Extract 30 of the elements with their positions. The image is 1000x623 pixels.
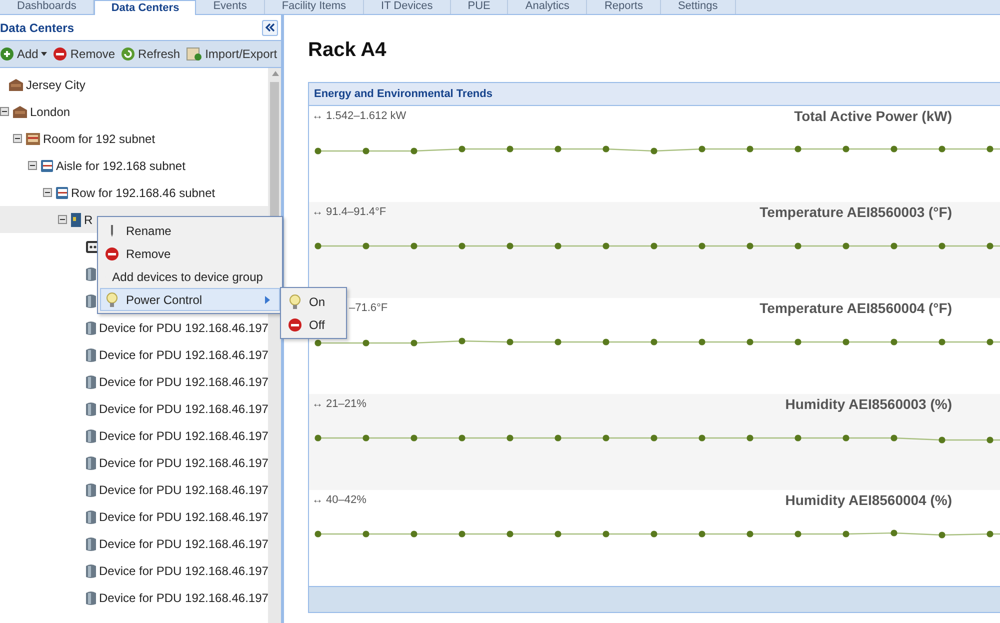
tree-label: Device for PDU 192.168.46.197 xyxy=(99,374,268,388)
tree-label: R xyxy=(84,212,93,226)
chart-title: Temperature AEI8560004 (°F) xyxy=(760,300,952,316)
range-label: ↔ 1.542–1.612 kW xyxy=(312,110,406,122)
range-label: –71.6°F xyxy=(349,302,388,314)
tree-label: Device for PDU 192.168.46.197 xyxy=(99,536,268,550)
tree-label: Device for PDU 192.168.46.197 xyxy=(99,590,268,604)
tree-label: Row for 192.168.46 subnet xyxy=(71,186,216,200)
tree-label: Device for PDU 192.168.46.197 xyxy=(99,428,268,442)
tree-label: Jersey City xyxy=(26,78,86,92)
tree-label: Room for 192 subnet xyxy=(43,132,156,146)
chart-title: Humidity AEI8560004 (%) xyxy=(785,492,952,508)
panel-title: Data Centers xyxy=(0,20,74,34)
range-label: ↔ 40–42% xyxy=(312,494,366,506)
tree-label: Device for PDU 192.168.46.197 xyxy=(99,348,268,362)
tree-label: Device for PDU 192.168.46.197 xyxy=(99,564,268,578)
tree-label: Aisle for 192.168 subnet xyxy=(56,158,186,172)
tree-label: Device for PDU 192.168.46.197 xyxy=(99,402,268,416)
tree-label: Device for PDU 192.168.46.197 xyxy=(99,482,268,496)
chart-title: Humidity AEI8560003 (%) xyxy=(785,396,952,412)
tree-label: London xyxy=(30,104,70,118)
panel-header: Energy and Environmental Trends xyxy=(309,83,1000,106)
page-title: Rack A4 xyxy=(308,39,388,62)
chart-title: Temperature AEI8560003 (°F) xyxy=(760,204,952,220)
tree-label: Device for PDU 192.168.46.197 xyxy=(99,510,268,524)
chart-title: Total Active Power (kW) xyxy=(794,108,952,124)
range-label: ↔ 21–21% xyxy=(312,398,366,410)
range-label: ↔ 91.4–91.4°F xyxy=(312,206,386,218)
tree-label: Device for PDU 192.168.46.197 xyxy=(99,320,268,334)
tree-label: Device for PDU 192.168.46.197 xyxy=(99,456,268,470)
